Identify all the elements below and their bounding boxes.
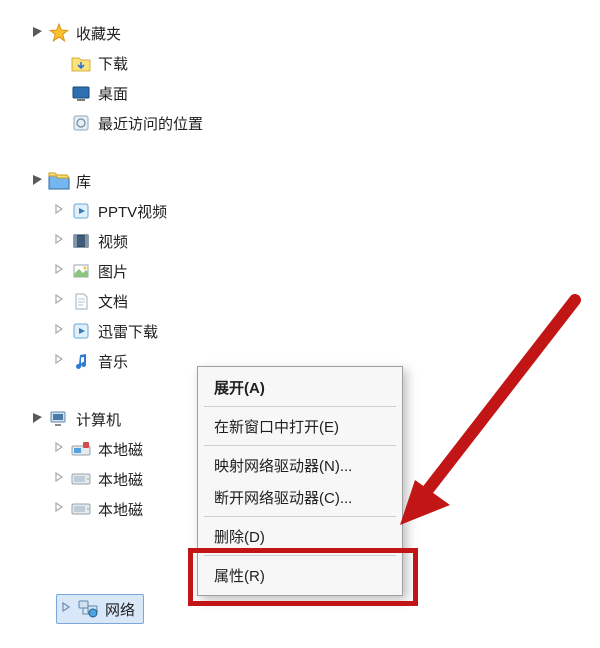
tree-item-favorites[interactable]: 收藏夹 — [32, 18, 312, 48]
tree-label: 本地磁 — [98, 499, 143, 520]
tree-item-libraries[interactable]: 库 — [32, 166, 312, 196]
context-menu: 展开(A) 在新窗口中打开(E) 映射网络驱动器(N)... 断开网络驱动器(C… — [197, 366, 403, 596]
expand-arrow-icon[interactable] — [54, 324, 68, 338]
menu-item-label: 在新窗口中打开(E) — [214, 416, 339, 437]
video-library-icon — [70, 200, 92, 222]
menu-item-map-drive[interactable]: 映射网络驱动器(N)... — [200, 449, 400, 481]
menu-item-label: 断开网络驱动器(C)... — [214, 487, 352, 508]
menu-item-label: 删除(D) — [214, 526, 265, 547]
expand-arrow-icon[interactable] — [54, 502, 68, 516]
film-icon — [70, 230, 92, 252]
tree-label: 桌面 — [98, 83, 128, 104]
tree-label: 文档 — [98, 291, 128, 312]
network-icon — [77, 598, 99, 620]
menu-separator — [204, 516, 396, 517]
tree-item-videos[interactable]: 视频 — [54, 226, 312, 256]
tree-group-libraries: 库 PPTV视频 视频 图片 文档 — [32, 166, 312, 376]
menu-item-delete[interactable]: 删除(D) — [200, 520, 400, 552]
document-icon — [70, 290, 92, 312]
tree-item-pptv[interactable]: PPTV视频 — [54, 196, 312, 226]
expand-arrow-icon[interactable] — [54, 204, 68, 218]
tree-item-thunder[interactable]: 迅雷下载 — [54, 316, 312, 346]
tree-label: 本地磁 — [98, 439, 143, 460]
tree-label: 视频 — [98, 231, 128, 252]
annotation-arrow-icon — [380, 290, 590, 544]
menu-item-disconnect-drive[interactable]: 断开网络驱动器(C)... — [200, 481, 400, 513]
tree-label: 最近访问的位置 — [98, 113, 203, 134]
collapse-arrow-icon[interactable] — [32, 26, 46, 40]
tree-item-desktop[interactable]: 桌面 — [54, 78, 312, 108]
collapse-arrow-icon[interactable] — [32, 412, 46, 426]
tree-label: PPTV视频 — [98, 201, 167, 222]
tree-label: 下载 — [98, 53, 128, 74]
tree-label: 本地磁 — [98, 469, 143, 490]
tree-item-network[interactable]: 网络 — [56, 594, 144, 624]
tree-item-downloads[interactable]: 下载 — [54, 48, 312, 78]
expand-arrow-icon[interactable] — [54, 442, 68, 456]
music-note-icon — [70, 350, 92, 372]
star-icon — [48, 22, 70, 44]
tree-label: 网络 — [105, 599, 135, 620]
menu-separator — [204, 445, 396, 446]
menu-item-properties[interactable]: 属性(R) — [200, 559, 400, 591]
menu-item-expand[interactable]: 展开(A) — [200, 371, 400, 403]
computer-icon — [48, 408, 70, 430]
menu-item-label: 属性(R) — [214, 565, 265, 586]
expand-arrow-icon[interactable] — [54, 472, 68, 486]
menu-separator — [204, 555, 396, 556]
tree-label: 收藏夹 — [76, 23, 121, 44]
tree-label: 图片 — [98, 261, 128, 282]
folder-download-icon — [70, 52, 92, 74]
collapse-arrow-icon[interactable] — [32, 174, 46, 188]
expand-arrow-icon[interactable] — [61, 602, 75, 616]
tree-item-pictures[interactable]: 图片 — [54, 256, 312, 286]
expand-arrow-icon[interactable] — [54, 294, 68, 308]
tree-item-recent[interactable]: 最近访问的位置 — [54, 108, 312, 138]
tree-label: 迅雷下载 — [98, 321, 158, 342]
drive-icon — [70, 498, 92, 520]
menu-item-label: 映射网络驱动器(N)... — [214, 455, 352, 476]
desktop-icon — [70, 82, 92, 104]
drive-icon — [70, 468, 92, 490]
recent-places-icon — [70, 112, 92, 134]
tree-label: 计算机 — [76, 409, 121, 430]
expand-arrow-icon[interactable] — [54, 264, 68, 278]
tree-label: 库 — [76, 171, 91, 192]
menu-item-label: 展开(A) — [214, 377, 265, 398]
picture-icon — [70, 260, 92, 282]
expand-arrow-icon[interactable] — [54, 354, 68, 368]
expand-arrow-icon[interactable] — [54, 234, 68, 248]
system-drive-icon — [70, 438, 92, 460]
library-folder-icon — [48, 170, 70, 192]
video-library-icon — [70, 320, 92, 342]
tree-group-favorites: 收藏夹 下载 桌面 最近访问的位置 — [32, 18, 312, 138]
tree-item-documents[interactable]: 文档 — [54, 286, 312, 316]
menu-separator — [204, 406, 396, 407]
tree-label: 音乐 — [98, 351, 128, 372]
menu-item-open-new-window[interactable]: 在新窗口中打开(E) — [200, 410, 400, 442]
